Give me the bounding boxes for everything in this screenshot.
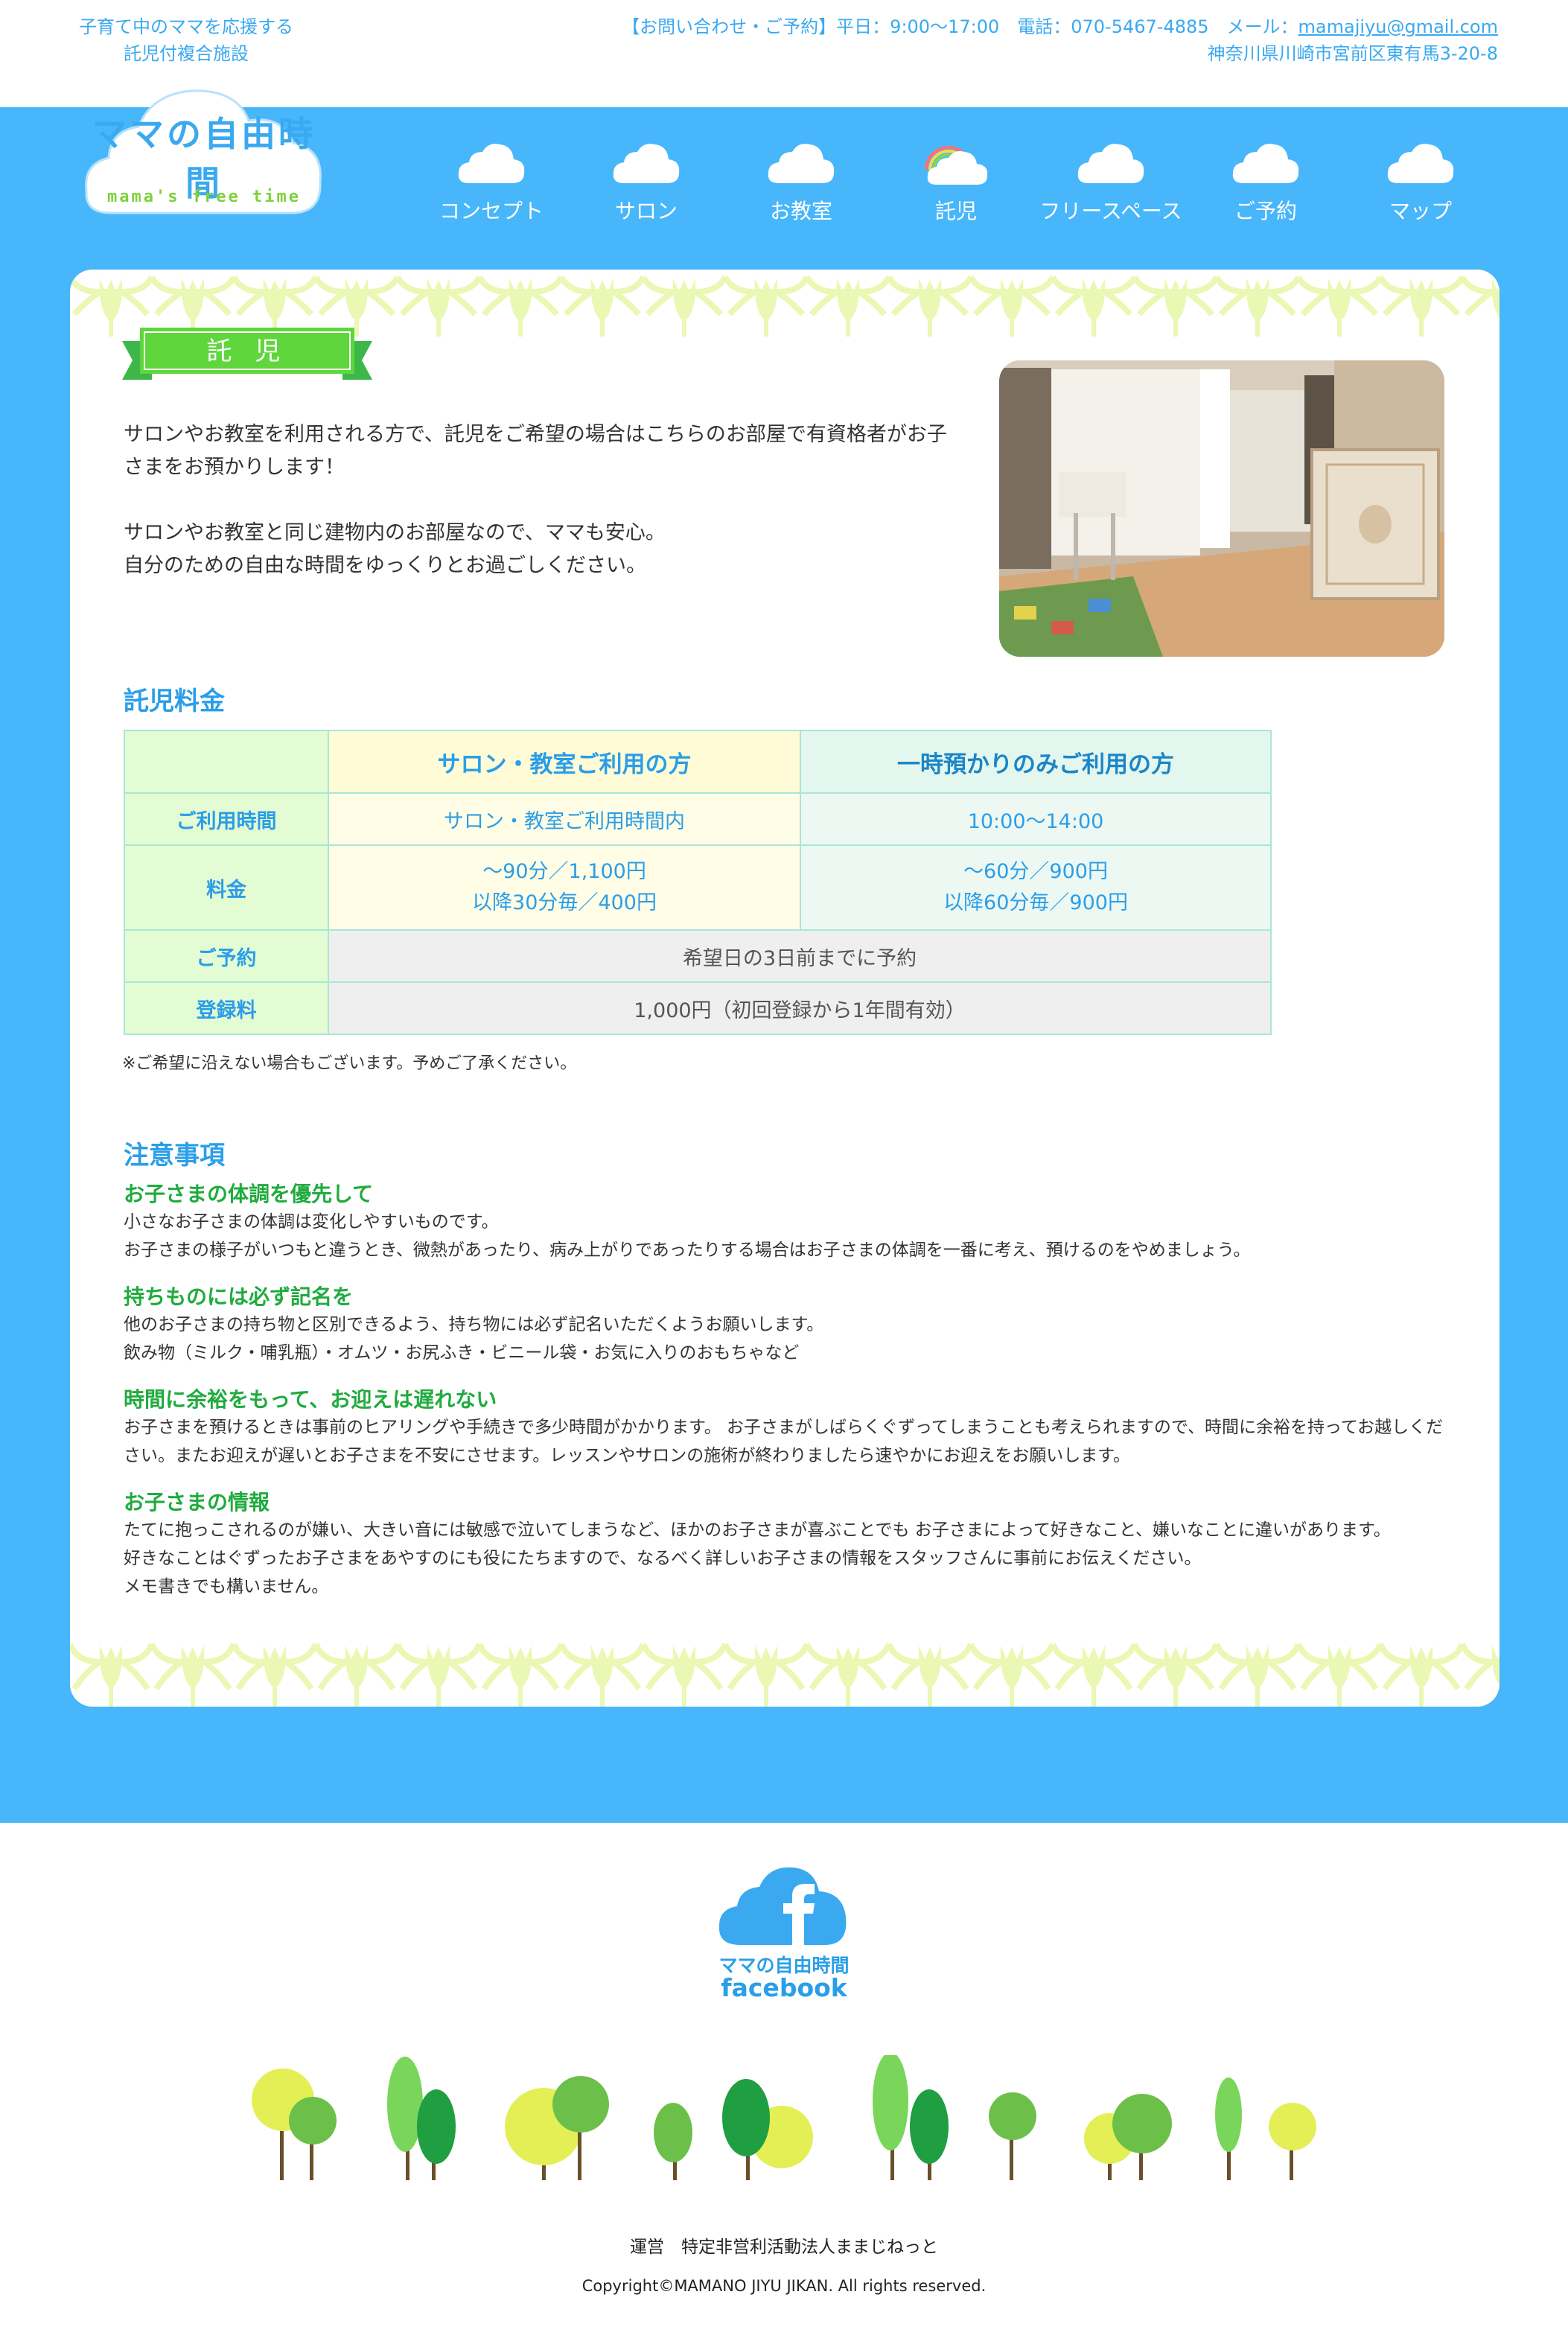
cloud-icon [1387,144,1454,183]
main-area: ママの自由時間 mama's free time コンセプト サロン お教室 託… [0,89,1568,1823]
caution-line: お子さまを預けるときは事前のヒアリングや手続きで多少時間がかかります。 お子さま… [124,1418,1444,1465]
tagline-line-1: 子育て中のママを応援する [79,16,293,37]
nav-label: コンセプト [439,199,544,223]
nav-salon[interactable]: サロン [572,133,721,229]
fee-cell: サロン・教室ご利用時間内 [328,792,801,846]
page-title: 託 児 [206,337,288,366]
caution-line: 好きなことはぐずったお子さまをあやすのにも役にたちますので、なるべく詳しいお子さ… [124,1549,1202,1568]
nav-concept[interactable]: コンセプト [417,133,566,229]
fee-row-label: ご利用時間 [124,792,329,846]
fee-row-label: 登録料 [124,981,329,1035]
nav-free-space[interactable]: フリースペース [1036,133,1185,229]
fee-row-price: 料金 〜90分／1,100円 以降30分毎／400円 〜60分／900円 以降6… [124,844,1272,931]
caution-line: メモ書きでも構いません。 [124,1577,329,1596]
footer-copyright: Copyright©MAMANO JIYU JIKAN. All rights … [581,2277,987,2295]
caution-line: たてに抱っこされるのが嫌い、大きい音には敏感で泣いてしまうなど、ほかのお子さまが… [124,1520,1391,1540]
intro-paragraph-2: サロンやお教室と同じ建物内のお部屋なので、ママも安心。 自分のための自由な時間を… [124,521,666,577]
fee-row-hours: ご利用時間 サロン・教室ご利用時間内 10:00〜14:00 [124,792,1272,846]
caution-item: お子さまの体調を優先して 小さなお子さまの体調は変化しやすいものです。 お子さま… [124,1181,1456,1264]
logo-subtitle: mama's free time [107,188,301,206]
email-link[interactable]: mamajiyu@gmail.com [1298,16,1498,37]
tree-illustration [252,2055,1316,2180]
site-tagline: 子育て中のママを応援する 託児付複合施設 [45,13,328,67]
nav-label: お教室 [769,199,832,223]
tagline-line-2: 託児付複合施設 [124,43,249,64]
facebook-label-2: facebook [721,1973,847,2002]
fee-cell: 希望日の3日前までに予約 [328,929,1272,983]
fee-cell: 〜60分／900円 以降60分毎／900円 [800,844,1272,931]
fee-row-label: ご予約 [124,929,329,983]
caution-heading: 時間に余裕をもって、お迎えは遅れない [124,1387,497,1412]
fee-col-salon-header: サロン・教室ご利用の方 [328,730,801,794]
cloud-icon [1232,144,1299,183]
cloud-icon [458,144,525,183]
caution-line: 他のお子さまの持ち物と区別できるよう、持ち物には必ず記名いただくようお願いします… [124,1315,824,1334]
cautions-list: お子さまの体調を優先して 小さなお子さまの体調は変化しやすいものです。 お子さま… [124,1181,1456,1620]
intro-text: サロンやお教室を利用される方で、託児をご希望の場合はこちらのお部屋で有資格者がお… [124,418,965,615]
nav-label: フリースペース [1039,199,1182,223]
main-nav: コンセプト サロン お教室 託児 フリースペース ご予約 マップ [417,133,1519,229]
cloud-icon [613,144,680,183]
nav-label: 託児 [934,199,977,223]
fee-row-reservation: ご予約 希望日の3日前までに予約 [124,929,1272,983]
fee-table-header-row: サロン・教室ご利用の方 一時預かりのみご利用の方 [124,730,1272,794]
facebook-cloud-icon [718,1867,847,1945]
contact-info: 【お問い合わせ・ご予約】平日：9:00〜17:00 電話：070-5467-48… [622,13,1498,67]
address: 神奈川県川崎市宮前区東有馬3-20-8 [1207,43,1498,64]
fee-section-title: 託児料金 [124,687,225,716]
rainbow-cloud-icon [925,146,988,185]
fee-table-corner-cell [124,730,329,794]
cloud-icon [768,144,835,183]
contact-line: 【お問い合わせ・ご予約】平日：9:00〜17:00 電話：070-5467-48… [622,13,1498,40]
fee-cell: 1,000円（初回登録から1年間有効） [328,981,1272,1035]
caution-heading: お子さまの情報 [124,1490,270,1515]
intro-paragraph-1: サロンやお教室を利用される方で、託児をご希望の場合はこちらのお部屋で有資格者がお… [124,423,947,479]
fee-note: ※ご希望に沿えない場合もございます。予めご了承ください。 [122,1054,577,1073]
caution-line: 飲み物（ミルク・哺乳瓶）・オムツ・お尻ふき・ビニール袋・お気に入りのおもちゃなど [124,1343,800,1363]
content-card: 託 児 サロンやお教室を利用される方で、託児をご希望の場合はこちらのお部屋で有資… [70,270,1500,1707]
nursery-room-photo [999,360,1444,657]
caution-heading: お子さまの体調を優先して [124,1182,374,1206]
nav-reservation[interactable]: ご予約 [1191,133,1340,229]
fee-table: サロン・教室ご利用の方 一時預かりのみご利用の方 ご利用時間 サロン・教室ご利用… [124,730,1272,1035]
caution-item: 時間に余裕をもって、お迎えは遅れない お子さまを預けるときは事前のヒアリングや手… [124,1386,1456,1470]
site-logo[interactable]: ママの自由時間 mama's free time [80,71,328,225]
nursery-photo-illustration [999,360,1444,657]
contact-hours-phone: 【お問い合わせ・ご予約】平日：9:00〜17:00 電話：070-5467-48… [622,16,1298,37]
facebook-link[interactable]: ママの自由時間 facebook [715,1862,853,2003]
fee-cell: 〜90分／1,100円 以降30分毎／400円 [328,844,801,931]
caution-line: 小さなお子さまの体調は変化しやすいものです。 [124,1212,499,1232]
caution-line: お子さまの様子がいつもと違うとき、微熱があったり、病み上がりであったりする場合は… [124,1241,1251,1260]
nav-label: マップ [1389,199,1452,223]
nav-map[interactable]: マップ [1346,133,1495,229]
fee-row-label: 料金 [124,844,329,931]
caution-item: お子さまの情報 たてに抱っこされるのが嫌い、大きい音には敏感で泣いてしまうなど、… [124,1489,1456,1601]
fee-cell: 10:00〜14:00 [800,792,1272,846]
fee-row-registration: 登録料 1,000円（初回登録から1年間有効） [124,981,1272,1035]
cautions-section-title: 注意事項 [124,1141,225,1171]
nav-label: ご予約 [1234,199,1297,223]
footer-operator: 運営 特定非営利活動法人ままじねっと [630,2238,938,2257]
caution-item: 持ちものには必ず記名を 他のお子さまの持ち物と区別できるよう、持ち物には必ず記名… [124,1284,1456,1367]
nav-childcare[interactable]: 託児 [882,133,1030,229]
fee-col-temporary-header: 一時預かりのみご利用の方 [800,730,1272,794]
tulip-border-bottom [70,1629,1500,1707]
nav-classroom[interactable]: お教室 [727,133,876,229]
cloud-icon [1077,144,1144,183]
caution-heading: 持ちものには必ず記名を [124,1284,354,1309]
nav-label: サロン [614,199,678,223]
